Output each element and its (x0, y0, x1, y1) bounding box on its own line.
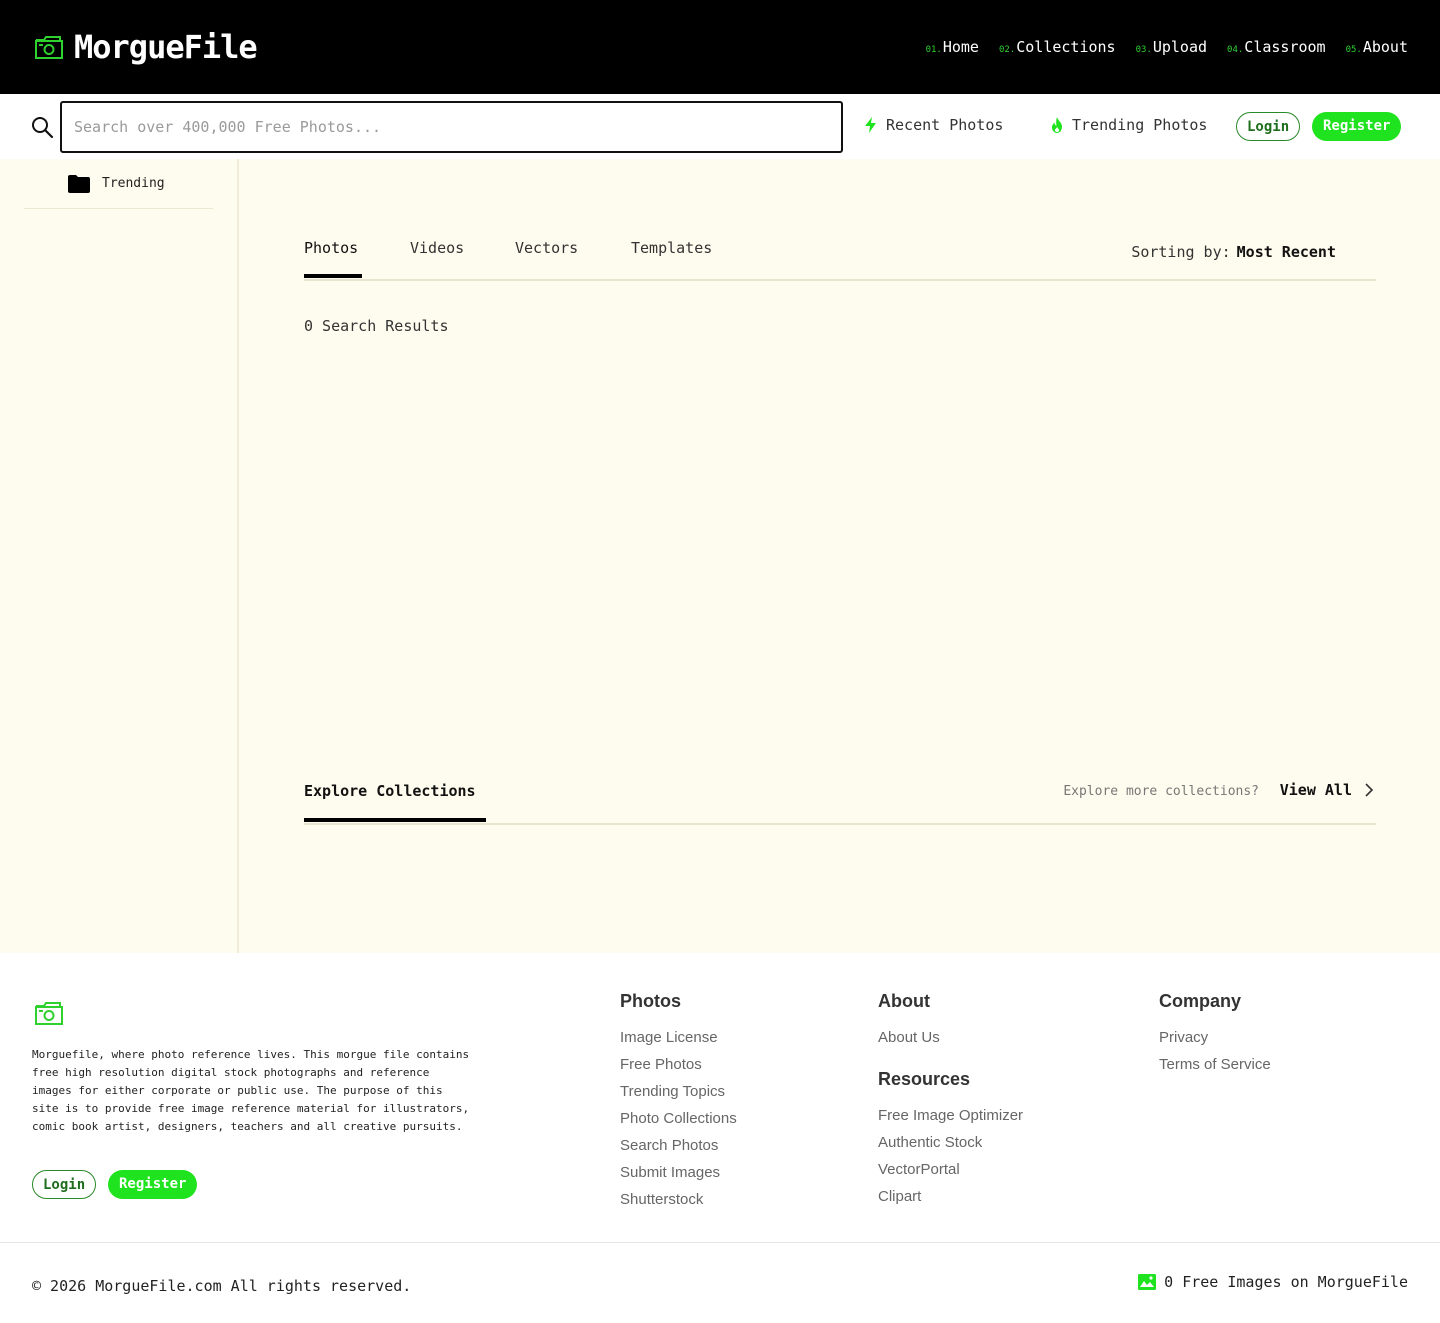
footer-link-vectorportal[interactable]: VectorPortal (878, 1156, 1023, 1183)
footer-heading: Photos (620, 991, 681, 1011)
nav-label: Upload (1152, 38, 1208, 56)
footer-register-button[interactable]: Register (108, 1170, 198, 1199)
sorting-value: Most Recent (1236, 243, 1336, 261)
sidebar: Trending (0, 159, 239, 953)
camera-folder-icon (35, 36, 63, 59)
footer-login-button[interactable]: Login (32, 1170, 97, 1199)
footer-link-authentic-stock[interactable]: Authentic Stock (878, 1129, 1023, 1156)
footer-description: Morguefile, where photo reference lives.… (32, 1048, 470, 1133)
recent-photos-link[interactable]: Recent Photos (862, 116, 1003, 134)
site-footer: Morguefile, where photo reference lives.… (0, 953, 1440, 1243)
image-count-text: 0 Free Images on MorgueFile (1164, 1273, 1408, 1291)
tab-videos[interactable]: Videos (410, 239, 464, 257)
search-input[interactable] (60, 101, 843, 153)
top-header: MorgueFile 01.Home 02.Collections 03.Upl… (0, 0, 1440, 94)
recent-photos-label: Recent Photos (886, 116, 1004, 134)
footer-heading: About (878, 991, 930, 1011)
footer-company-column: Company Privacy Terms of Service (1159, 991, 1271, 1078)
nav-number: 05. (1345, 45, 1362, 55)
sidebar-item-label: Trending (102, 176, 165, 191)
nav-label: Classroom (1244, 38, 1326, 56)
nav-home[interactable]: 01.Home (926, 38, 979, 56)
footer-link-search-photos[interactable]: Search Photos (620, 1132, 737, 1159)
nav-number: 01. (925, 45, 942, 55)
footer-link-privacy[interactable]: Privacy (1159, 1024, 1271, 1051)
nav-upload[interactable]: 03.Upload (1136, 38, 1207, 56)
footer-link-terms[interactable]: Terms of Service (1159, 1051, 1271, 1078)
nav-about[interactable]: 05.About (1346, 38, 1408, 56)
footer-link-trending-topics[interactable]: Trending Topics (620, 1078, 737, 1105)
explore-underline (304, 818, 486, 822)
chevron-right-icon[interactable] (1362, 781, 1376, 799)
media-tabs: Photos Videos Vectors Templates Sorting … (304, 221, 1376, 281)
trending-photos-link[interactable]: Trending Photos (1048, 116, 1207, 134)
camera-folder-icon (35, 1002, 63, 1025)
trending-photos-label: Trending Photos (1072, 116, 1208, 134)
nav-number: 02. (998, 45, 1016, 55)
view-all-link[interactable]: View All (1280, 781, 1352, 799)
copyright-text: © 2026 MorgueFile.com All rights reserve… (32, 1277, 412, 1295)
footer-link-about-us[interactable]: About Us (878, 1024, 1023, 1051)
search-results-count: 0 Search Results (304, 317, 449, 335)
footer-heading: Resources (878, 1069, 971, 1089)
footer-link-shutterstock[interactable]: Shutterstock (620, 1186, 737, 1213)
sidebar-item-trending[interactable]: Trending (24, 159, 213, 209)
search-bar: Recent Photos Trending Photos Login Regi… (0, 94, 1440, 159)
footer-link-submit-images[interactable]: Submit Images (620, 1159, 737, 1186)
lightning-icon (865, 117, 876, 133)
nav-label: Home (942, 38, 979, 56)
tab-vectors[interactable]: Vectors (515, 239, 578, 257)
explore-more-text: Explore more collections? (1063, 784, 1259, 799)
nav-label: Collections (1016, 38, 1116, 56)
brand-logo[interactable]: MorgueFile (34, 28, 258, 66)
footer-photos-column: Photos Image License Free Photos Trendin… (620, 991, 737, 1213)
nav-number: 04. (1227, 45, 1244, 55)
image-count: 0 Free Images on MorgueFile (1138, 1273, 1408, 1291)
nav-number: 03. (1135, 45, 1152, 55)
main-content: Trending Photos Videos Vectors Templates… (0, 159, 1440, 953)
footer-link-free-photos[interactable]: Free Photos (620, 1051, 737, 1078)
register-button[interactable]: Register (1312, 112, 1402, 141)
bottom-bar: © 2026 MorgueFile.com All rights reserve… (0, 1243, 1440, 1323)
image-icon (1138, 1274, 1157, 1290)
explore-collections-section: Explore Collections Explore more collect… (304, 765, 1376, 825)
tab-templates[interactable]: Templates (631, 239, 712, 257)
nav-label: About (1362, 38, 1408, 56)
main-nav: 01.Home 02.Collections 03.Upload 04.Clas… (926, 38, 1408, 56)
footer-link-photo-collections[interactable]: Photo Collections (620, 1105, 737, 1132)
footer-link-image-license[interactable]: Image License (620, 1024, 737, 1051)
folder-icon (68, 174, 90, 193)
active-tab-indicator (304, 274, 362, 278)
footer-link-clipart[interactable]: Clipart (878, 1183, 1023, 1210)
nav-collections[interactable]: 02.Collections (999, 38, 1116, 56)
fire-icon (1052, 117, 1062, 133)
nav-classroom[interactable]: 04.Classroom (1227, 38, 1326, 56)
footer-link-free-image-optimizer[interactable]: Free Image Optimizer (878, 1102, 1023, 1129)
search-icon[interactable] (30, 115, 54, 139)
brand-name: MorgueFile (74, 28, 258, 66)
sorting-control[interactable]: Sorting by: Most Recent (1131, 243, 1336, 261)
footer-about-column: About About Us Resources Free Image Opti… (878, 991, 1023, 1210)
footer-heading: Company (1159, 991, 1242, 1011)
sorting-label: Sorting by: (1131, 243, 1231, 261)
tab-photos[interactable]: Photos (304, 239, 358, 257)
login-button[interactable]: Login (1236, 112, 1301, 141)
explore-collections-title: Explore Collections (304, 782, 476, 800)
